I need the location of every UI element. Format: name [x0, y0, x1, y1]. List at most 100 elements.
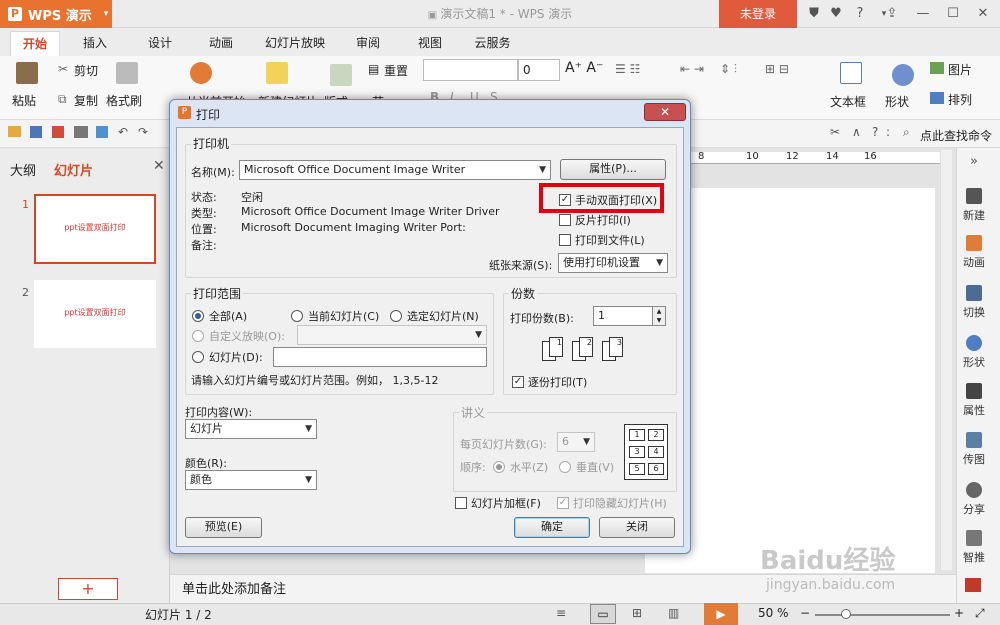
tab-design[interactable]: 设计 — [135, 31, 185, 56]
zoom-out-icon[interactable]: − — [800, 606, 810, 620]
reading-view-icon[interactable]: ▥ — [668, 606, 679, 620]
order-horizontal-radio[interactable] — [493, 461, 505, 473]
range-custom-label[interactable]: 自定义放映(O): — [209, 328, 285, 344]
custom-show-select[interactable]: ▼ — [297, 325, 487, 345]
tab-slideshow[interactable]: 幻灯片放映 — [255, 31, 335, 56]
paper-source-select[interactable]: 使用打印机设置 ▼ — [558, 253, 668, 273]
zoom-in-icon[interactable]: + — [954, 606, 964, 620]
play-icon[interactable]: ▶ — [704, 603, 738, 625]
text-direction-icon[interactable]: ⊞ ⊟ — [765, 62, 789, 76]
properties-button[interactable]: 属性(P)... — [560, 159, 666, 180]
sidebar-item-animation[interactable]: 动画 — [956, 235, 992, 270]
indent-icon[interactable]: ⇤ ⇥ — [680, 62, 704, 76]
color-select[interactable]: 颜色 ▼ — [185, 470, 317, 490]
redo-icon[interactable]: ↷ — [138, 125, 148, 139]
pdf-icon[interactable] — [52, 126, 64, 138]
minimize-icon[interactable]: — — [912, 0, 934, 28]
fit-window-icon[interactable]: ⤢ — [975, 606, 985, 621]
sidebar-item-new[interactable]: 新建 — [956, 188, 992, 223]
tab-cloud[interactable]: 云服务 — [465, 31, 520, 56]
tab-outline[interactable]: 大纲 — [10, 160, 36, 179]
clipboard-icon[interactable] — [16, 62, 38, 84]
ok-button[interactable]: 确定 — [514, 517, 590, 538]
font-size-select[interactable]: 0 — [518, 59, 560, 81]
find-command-input[interactable]: 点此查找命令 — [920, 127, 992, 144]
folder-icon[interactable] — [8, 126, 21, 137]
preview-icon[interactable] — [96, 126, 108, 138]
app-menu-button[interactable]: P WPS 演示 ▾ — [0, 0, 112, 28]
font-grow-icon[interactable]: A⁺ A⁻ — [565, 60, 603, 76]
sidebar-item-share[interactable]: 分享 — [956, 482, 992, 517]
order-horizontal-label[interactable]: 水平(Z) — [510, 459, 548, 475]
help-icon[interactable]: ? — [849, 0, 871, 28]
tab-insert[interactable]: 插入 — [70, 31, 120, 56]
reset-button[interactable]: 重置 — [384, 62, 408, 79]
sidebar-item-properties[interactable]: 属性 — [956, 383, 992, 418]
cut-button[interactable]: 剪切 — [74, 62, 98, 79]
tab-animation[interactable]: 动画 — [196, 31, 246, 56]
range-current-radio[interactable] — [291, 310, 303, 322]
collapse-icon[interactable]: ∧ — [852, 125, 861, 139]
scissors-icon[interactable]: ✂ — [830, 125, 840, 139]
sidebar-item-transition[interactable]: 切换 — [956, 285, 992, 320]
tab-slides[interactable]: 幻灯片 — [54, 160, 93, 179]
notes-toggle-icon[interactable]: ≡ — [556, 606, 566, 620]
shape-button[interactable]: 形状 — [885, 93, 909, 110]
range-custom-radio[interactable] — [192, 330, 204, 342]
slide-range-input[interactable] — [273, 347, 487, 367]
close-icon[interactable]: ✕ — [153, 158, 165, 174]
help-icon[interactable]: ? — [872, 125, 878, 139]
font-name-select[interactable] — [423, 59, 518, 81]
copies-input[interactable]: 1 — [593, 306, 653, 326]
collapse-icon[interactable]: » — [970, 154, 978, 169]
picture-button[interactable]: 图片 — [948, 61, 972, 78]
add-slide-button[interactable]: + — [58, 578, 118, 600]
undo-icon[interactable]: ↶ — [118, 125, 128, 139]
order-vertical-label[interactable]: 垂直(V) — [576, 459, 614, 475]
sidebar-item-shape[interactable]: 形状 — [956, 335, 992, 370]
frame-slides-label[interactable]: 幻灯片加框(F) — [471, 495, 541, 511]
normal-view-icon[interactable]: ▭ — [590, 604, 616, 624]
collate-label[interactable]: 逐份打印(T) — [528, 374, 587, 390]
more-icon[interactable]: : — [886, 125, 890, 139]
textbox-button[interactable]: 文本框 — [830, 93, 866, 110]
reverse-print-checkbox[interactable] — [559, 214, 571, 226]
copy-button[interactable]: 复制 — [74, 92, 98, 109]
range-selected-radio[interactable] — [390, 310, 402, 322]
zoom-slider-handle[interactable] — [841, 609, 851, 619]
range-all-radio[interactable] — [192, 310, 204, 322]
slide-thumbnail[interactable]: ppt设置双面打印 — [34, 280, 156, 348]
tab-view[interactable]: 视图 — [405, 31, 455, 56]
tab-review[interactable]: 审阅 — [343, 31, 393, 56]
line-spacing-icon[interactable]: ⇕ ⫶ — [720, 62, 737, 77]
format-painter-button[interactable]: 格式刷 — [106, 92, 142, 109]
vertical-scrollbar[interactable] — [940, 150, 952, 570]
slide-thumbnail[interactable]: ppt设置双面打印 — [34, 194, 156, 264]
print-hidden-checkbox[interactable]: ✓ — [557, 497, 569, 509]
per-page-select[interactable]: 6 ▼ — [557, 432, 595, 452]
range-current-label[interactable]: 当前幻灯片(C) — [308, 308, 379, 324]
print-to-file-checkbox[interactable] — [559, 234, 571, 246]
printer-name-select[interactable]: Microsoft Office Document Image Writer ▼ — [239, 160, 551, 180]
print-content-select[interactable]: 幻灯片 ▼ — [185, 419, 317, 439]
print-hidden-label[interactable]: 打印隐藏幻灯片(H) — [573, 495, 667, 511]
restore-icon[interactable]: ⇪ — [881, 0, 903, 28]
shirt-icon[interactable]: ⛊ — [803, 0, 825, 28]
skin-icon[interactable]: ♥ — [825, 0, 847, 28]
dialog-titlebar[interactable] — [170, 100, 690, 126]
save-icon[interactable] — [30, 126, 42, 138]
print-to-file-label[interactable]: 打印到文件(L) — [575, 232, 645, 248]
copies-spinner[interactable]: ▲ ▼ — [652, 306, 666, 326]
collate-checkbox[interactable]: ✓ — [512, 376, 524, 388]
range-slides-radio[interactable] — [192, 351, 204, 363]
paste-button[interactable]: 粘贴 — [12, 92, 36, 109]
order-vertical-radio[interactable] — [559, 461, 571, 473]
preview-button[interactable]: 预览(E) — [185, 517, 262, 538]
tab-home[interactable]: 开始 — [10, 31, 60, 56]
print-icon[interactable] — [74, 126, 88, 138]
arrange-button[interactable]: 排列 — [948, 91, 972, 108]
maximize-icon[interactable]: ☐ — [942, 0, 964, 28]
close-button[interactable]: 关闭 — [599, 517, 675, 538]
range-all-label[interactable]: 全部(A) — [209, 308, 247, 324]
dialog-close-button[interactable]: ✕ — [644, 103, 686, 121]
